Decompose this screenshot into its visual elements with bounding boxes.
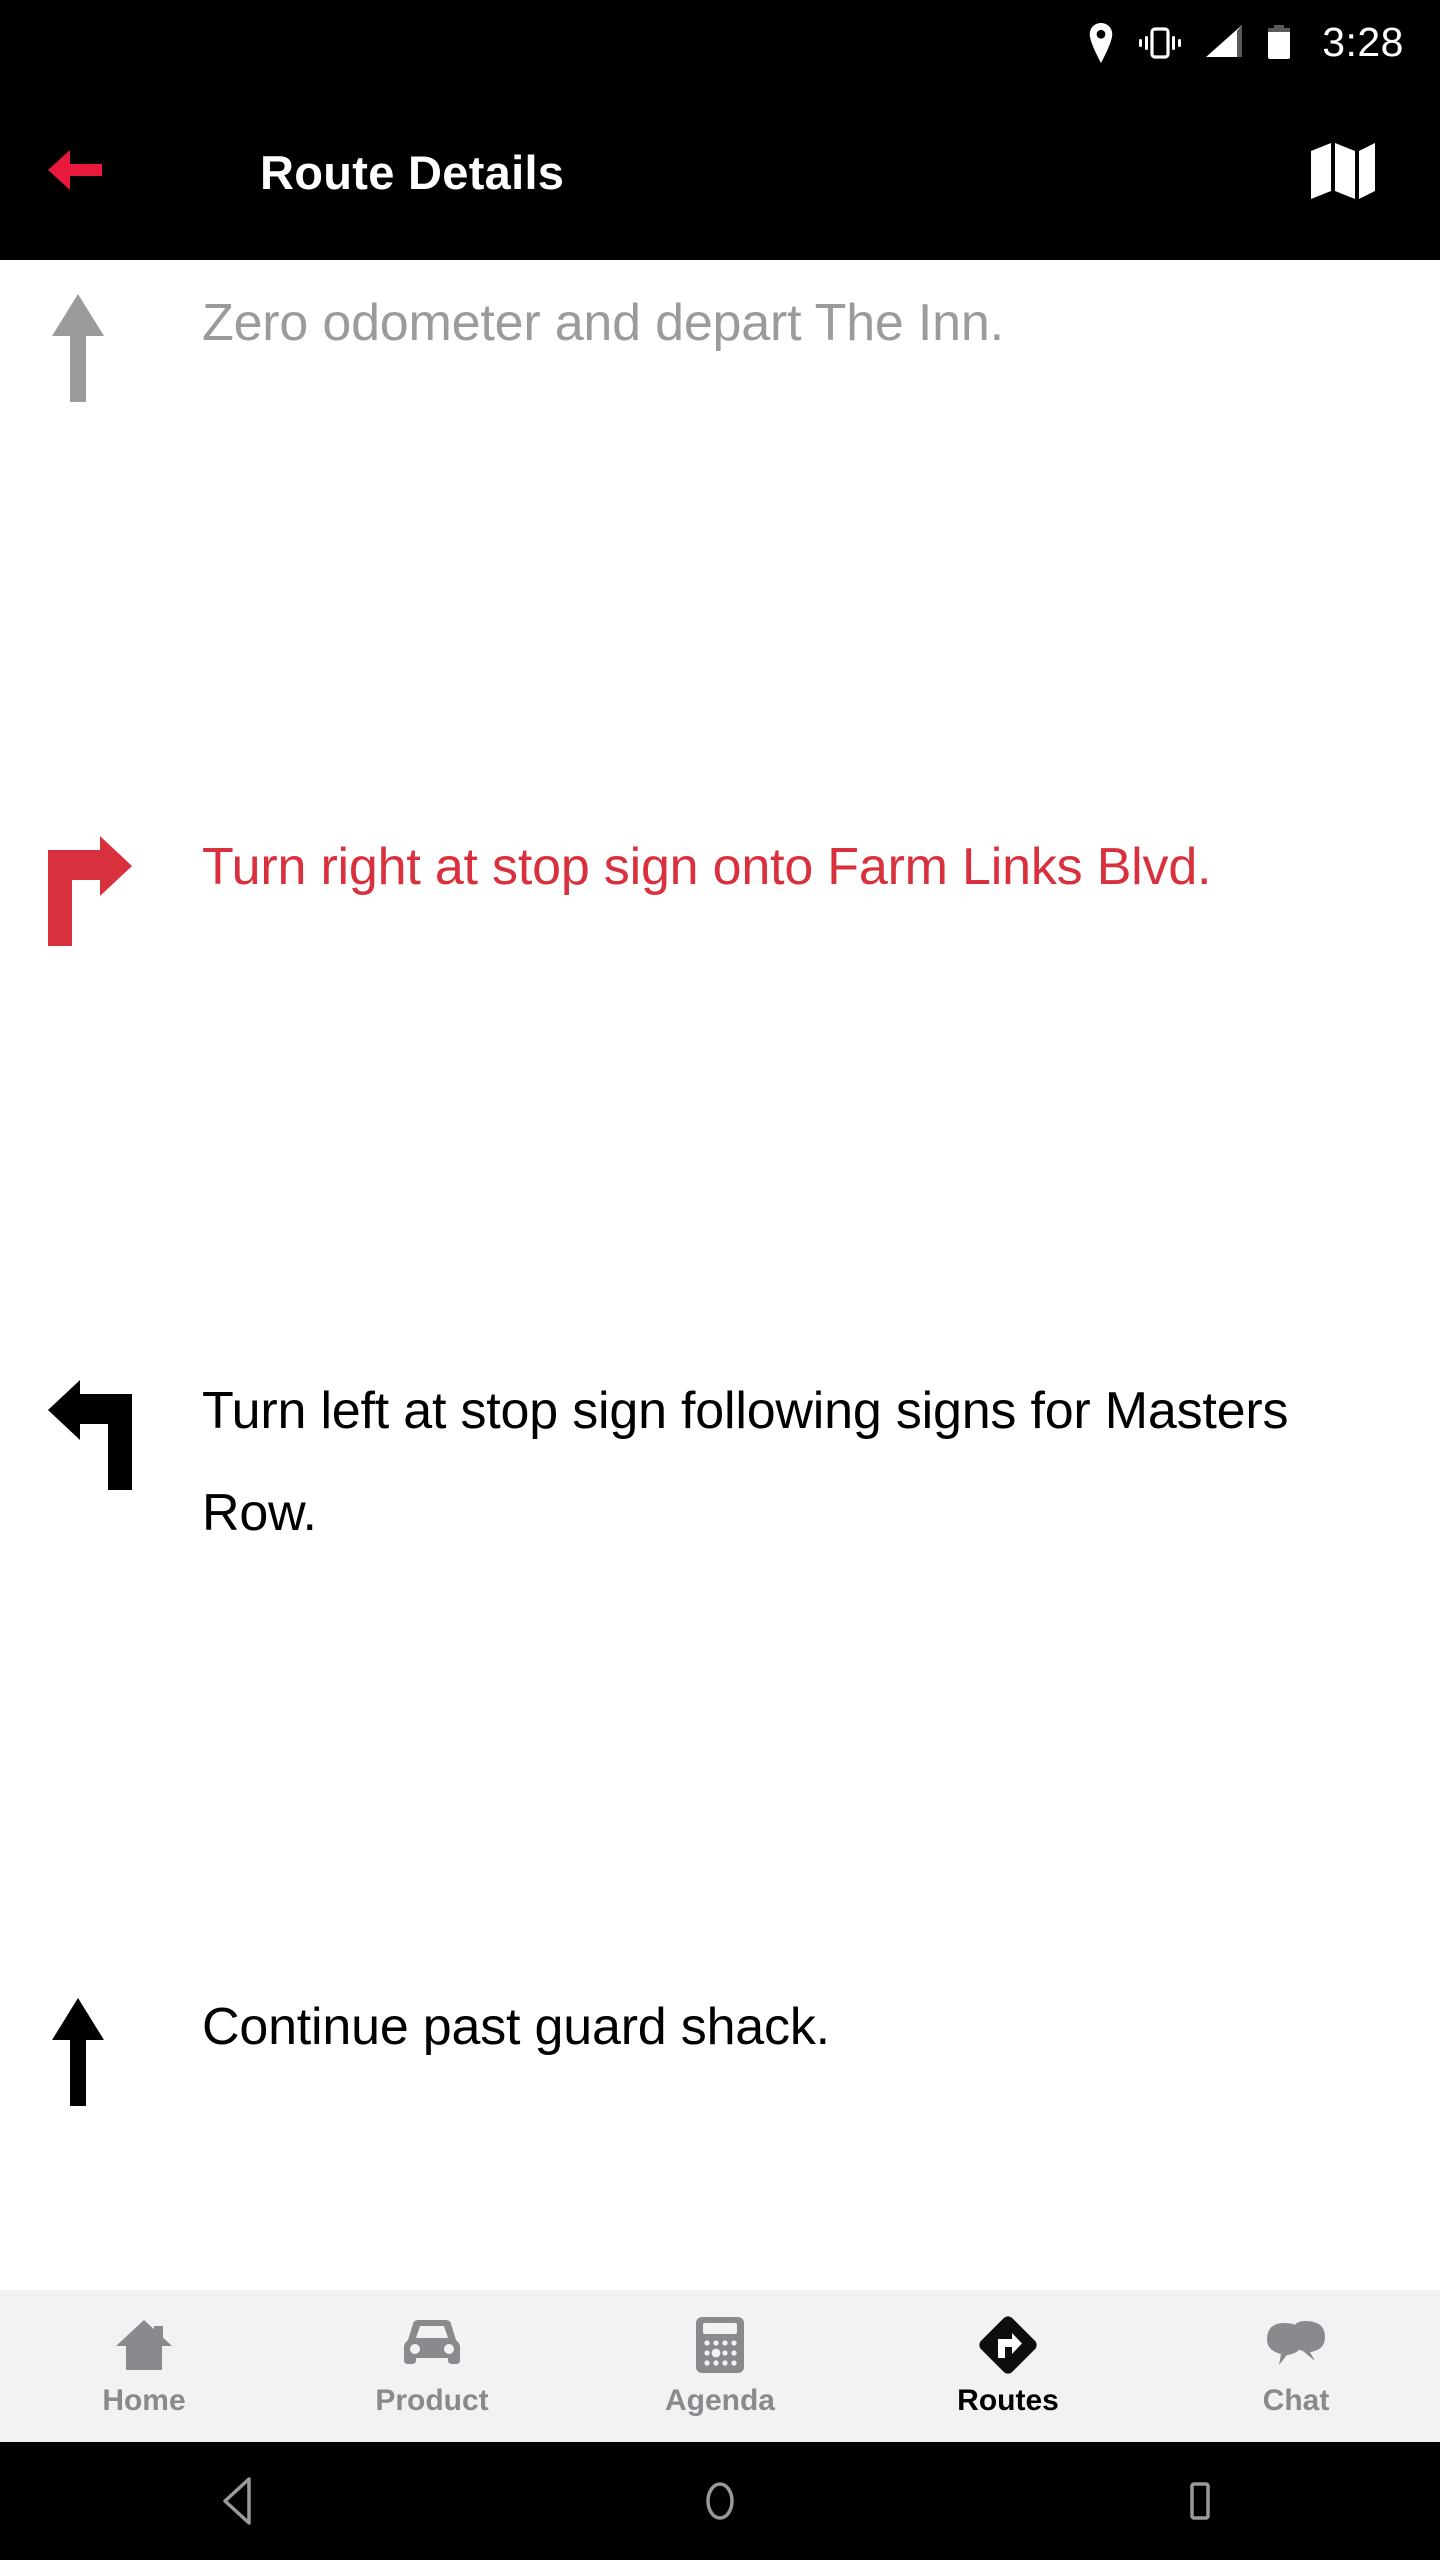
tab-label: Agenda — [664, 2384, 775, 2417]
back-arrow-icon — [44, 144, 106, 201]
system-navigation-bar — [0, 2442, 1440, 2560]
turn-left-arrow-icon — [42, 1348, 202, 1492]
car-icon — [400, 2314, 464, 2376]
route-details-screen: 3:28 Route Details Zero odometer and dep… — [0, 0, 1440, 2560]
calculator-icon — [694, 2314, 746, 2376]
recents-square-icon[interactable] — [1140, 2442, 1260, 2560]
status-bar: 3:28 — [0, 0, 1440, 85]
chat-bubbles-icon — [1263, 2314, 1329, 2376]
step-spacer — [0, 948, 1440, 1348]
route-step-text: Continue past guard shack. — [202, 1998, 830, 2056]
tab-label: Product — [375, 2384, 489, 2417]
map-icon — [1309, 137, 1377, 208]
home-circle-icon[interactable] — [660, 2442, 780, 2560]
page-title: Route Details — [260, 146, 565, 199]
route-step-item[interactable]: Turn right at stop sign onto Farm Links … — [0, 804, 1440, 948]
back-triangle-icon[interactable] — [180, 2442, 300, 2560]
battery-icon — [1266, 23, 1292, 63]
turn-right-arrow-icon — [42, 804, 202, 948]
tab-label: Home — [102, 2384, 186, 2417]
route-step-list[interactable]: Zero odometer and depart The Inn. Turn r… — [0, 260, 1440, 2290]
tab-label: Chat — [1262, 2384, 1330, 2417]
route-step-text: Turn left at stop sign following signs f… — [202, 1382, 1289, 1542]
signal-icon — [1204, 23, 1246, 63]
app-bar: Route Details — [0, 85, 1440, 260]
location-pin-icon — [1086, 22, 1116, 63]
vibrate-icon — [1136, 23, 1184, 63]
status-bar-time: 3:28 — [1322, 19, 1404, 65]
tab-chat[interactable]: Chat — [1152, 2290, 1440, 2442]
tab-agenda[interactable]: Agenda — [576, 2290, 864, 2442]
step-spacer — [0, 1564, 1440, 1964]
straight-arrow-icon — [42, 260, 202, 404]
tab-product[interactable]: Product — [288, 2290, 576, 2442]
tab-label: Routes — [957, 2384, 1059, 2417]
route-step-text: Zero odometer and depart The Inn. — [202, 294, 1004, 352]
routes-diamond-icon — [976, 2314, 1040, 2376]
route-step-text: Turn right at stop sign onto Farm Links … — [202, 838, 1212, 896]
bottom-tab-bar: Home Product Agenda Routes Chat — [0, 2290, 1440, 2442]
tab-routes[interactable]: Routes — [864, 2290, 1152, 2442]
route-step-item[interactable]: Turn left at stop sign following signs f… — [0, 1348, 1440, 1564]
step-spacer — [0, 404, 1440, 804]
back-button[interactable] — [0, 85, 150, 260]
tab-home[interactable]: Home — [0, 2290, 288, 2442]
map-button[interactable] — [1278, 85, 1408, 260]
route-step-item[interactable]: Zero odometer and depart The Inn. — [0, 260, 1440, 404]
straight-arrow-icon — [42, 1964, 202, 2108]
route-step-item[interactable]: Continue past guard shack. — [0, 1964, 1440, 2108]
home-icon — [114, 2314, 174, 2376]
step-spacer — [0, 2108, 1440, 2290]
